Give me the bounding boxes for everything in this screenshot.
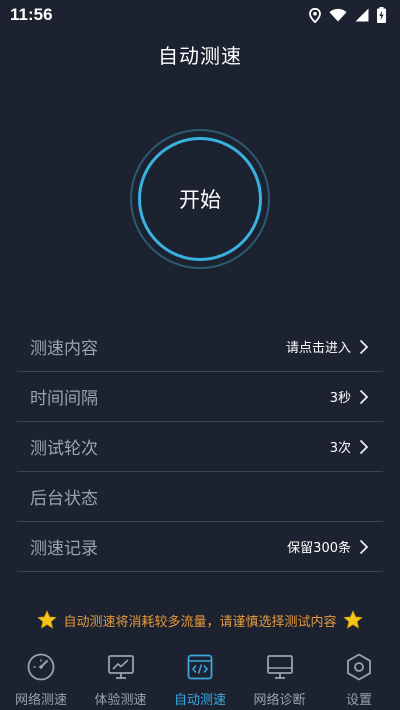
setting-value: 3次 [329, 441, 351, 456]
setting-row-rounds[interactable]: 测试轮次 3次 [17, 422, 383, 472]
monitor-icon [266, 655, 293, 679]
status-bar: 11:56 [0, 0, 400, 30]
location-icon [309, 7, 321, 23]
signal-icon [355, 8, 369, 22]
star-icon [37, 610, 58, 629]
battery-charging-icon [377, 7, 386, 23]
page-title: 自动测速 [158, 44, 242, 68]
chevron-right-icon [359, 389, 369, 404]
nav-label: 网络测速 [14, 693, 67, 708]
nav-item-auto-speed-test[interactable]: 自动测速 [161, 644, 239, 710]
nav-label: 体验测速 [94, 693, 147, 708]
chevron-right-icon [359, 539, 369, 554]
nav-label: 自动测速 [173, 693, 226, 708]
nav-label: 网络诊断 [253, 693, 306, 708]
setting-label: 测速记录 [30, 539, 98, 559]
settings-list: 测速内容 请点击进入 时间间隔 3秒 测试轮次 3次 后台状态 测速记录 保留3… [17, 322, 383, 572]
setting-row-interval[interactable]: 时间间隔 3秒 [17, 372, 383, 422]
warning-text: 自动测速将消耗较多流量，请谨慎选择测试内容 [63, 614, 337, 630]
setting-value: 3秒 [329, 391, 351, 406]
setting-value: 保留300条 [287, 541, 351, 556]
nav-item-network-diagnosis[interactable]: 网络诊断 [241, 644, 319, 710]
status-icons [309, 7, 386, 23]
setting-label: 时间间隔 [30, 389, 98, 409]
status-time: 11:56 [10, 5, 53, 24]
setting-label: 测速内容 [30, 339, 98, 359]
bottom-nav: 网络测速 体验测速 自动测速 网络诊断 设置 [0, 644, 400, 710]
star-icon [342, 610, 363, 629]
setting-label: 测试轮次 [30, 439, 98, 459]
start-button[interactable]: 开始 [138, 137, 262, 261]
setting-row-background-status[interactable]: 后台状态 [17, 472, 383, 522]
code-window-icon [187, 654, 213, 680]
nav-item-settings[interactable]: 设置 [320, 644, 398, 710]
setting-row-content[interactable]: 测速内容 请点击进入 [17, 322, 383, 372]
chevron-right-icon [359, 439, 369, 454]
nav-item-network-speed-test[interactable]: 网络测速 [2, 644, 80, 710]
setting-row-records[interactable]: 测速记录 保留300条 [17, 522, 383, 572]
setting-label: 后台状态 [30, 489, 98, 509]
setting-value: 请点击进入 [285, 341, 351, 356]
data-usage-warning: 自动测速将消耗较多流量，请谨慎选择测试内容 [0, 608, 400, 632]
nav-item-experience-speed-test[interactable]: 体验测速 [82, 644, 160, 710]
speedometer-icon [27, 653, 55, 681]
nav-label: 设置 [345, 693, 372, 708]
wifi-icon [329, 8, 347, 22]
chevron-right-icon [359, 339, 369, 354]
hexagon-gear-icon [347, 653, 371, 681]
start-label: 开始 [179, 188, 221, 212]
monitor-chart-icon [107, 655, 134, 679]
